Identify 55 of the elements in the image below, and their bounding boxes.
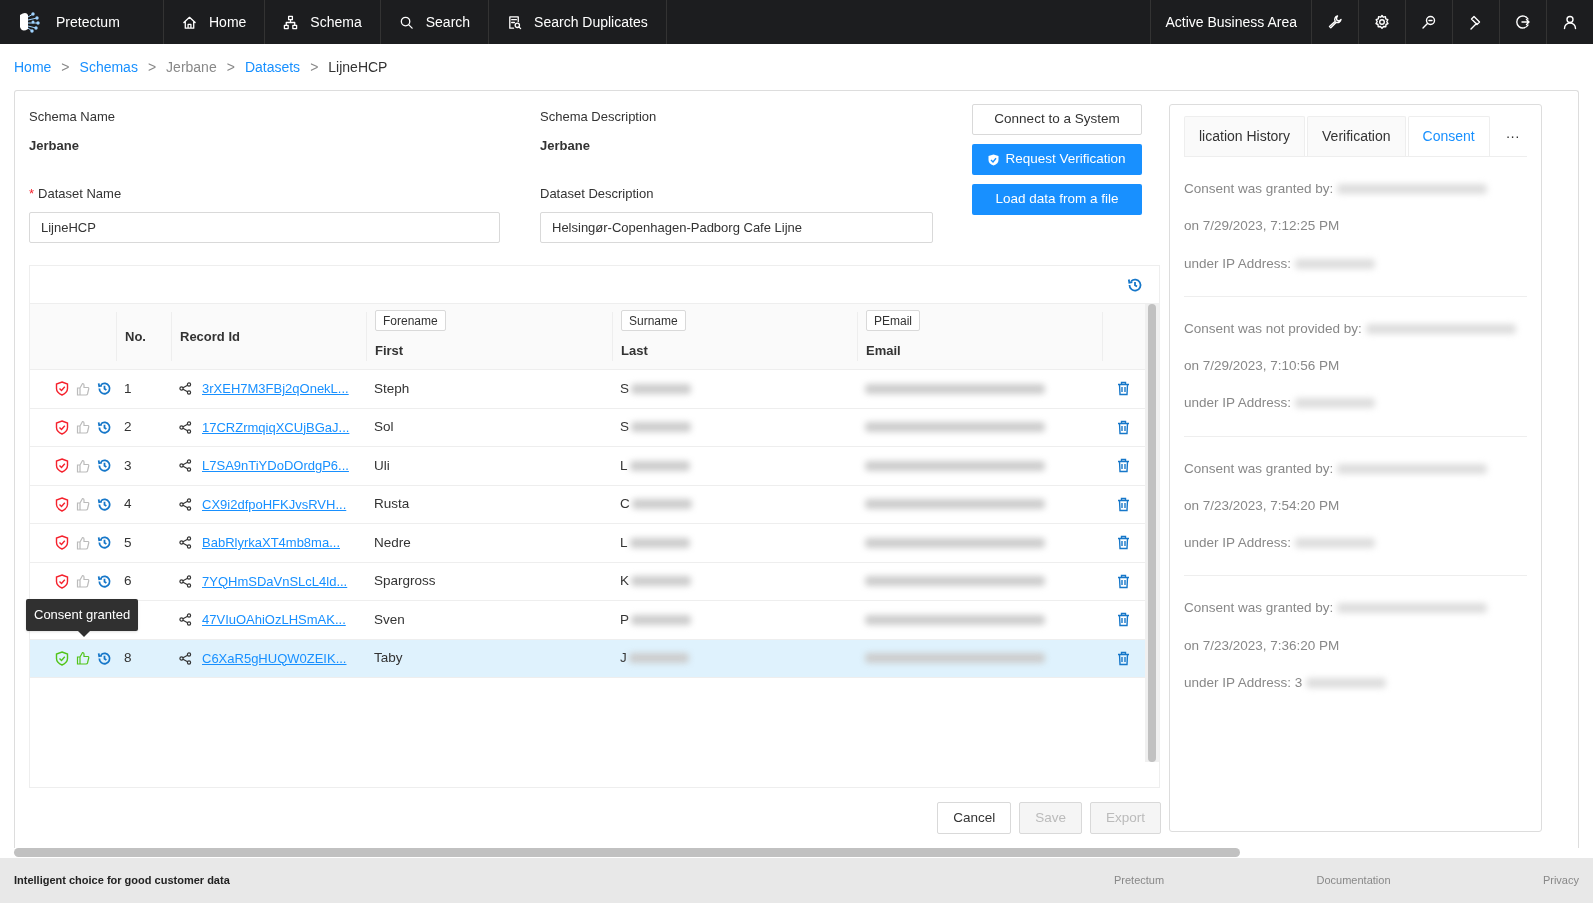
breadcrumb-item: Jerbane xyxy=(166,57,217,77)
table-cell-text: P xyxy=(620,610,629,629)
column-header: Email xyxy=(866,342,902,361)
column-header: Record Id xyxy=(180,327,241,346)
field-value: Jerbane xyxy=(540,137,591,155)
field-label: Dataset Name xyxy=(38,184,122,203)
ip-address-label: under IP Address: 3 xyxy=(1184,673,1303,692)
field-value: Jerbane xyxy=(29,137,80,155)
field-label: Schema Description xyxy=(540,108,658,125)
table-cell-text: L xyxy=(620,456,628,475)
consent-date: on 7/23/2023, 7:36:20 PM xyxy=(1184,636,1341,655)
tooltip: Consent granted xyxy=(26,599,139,631)
table-cell-text: L xyxy=(620,533,628,552)
table-cell: Sol xyxy=(374,419,394,435)
ip-address-label: under IP Address: xyxy=(1184,254,1292,273)
consent-statement: Consent was granted by: xyxy=(1184,459,1334,478)
table-cell: Steph xyxy=(374,380,410,396)
table-cell: Taby xyxy=(374,650,403,666)
table-cell-text: K xyxy=(620,572,629,591)
table-cell: Nedre xyxy=(374,534,411,550)
breadcrumb-current: LijneHCP xyxy=(328,57,388,77)
required-mark: * xyxy=(29,184,35,203)
field-label: Schema Name xyxy=(29,108,116,125)
row-number: 5 xyxy=(124,534,132,550)
consent-date: on 7/29/2023, 7:10:56 PM xyxy=(1184,357,1341,375)
row-number: 8 xyxy=(124,650,132,666)
field-label: Dataset Description xyxy=(540,184,655,203)
ip-address-label: under IP Address: xyxy=(1184,534,1292,552)
row-number: 6 xyxy=(124,573,132,589)
column-header: First xyxy=(375,342,405,361)
consent-statement: Consent was not provided by: xyxy=(1184,319,1362,338)
breadcrumb-separator: > xyxy=(226,57,235,77)
column-header: No. xyxy=(125,327,147,346)
table-cell: Rusta xyxy=(374,496,410,512)
table-cell-text: C xyxy=(620,495,630,514)
consent-statement: Consent was granted by: xyxy=(1184,180,1334,198)
table-cell-text: S xyxy=(620,379,629,398)
consent-date: on 7/23/2023, 7:54:20 PM xyxy=(1184,496,1341,515)
table-cell-text: S xyxy=(620,418,629,437)
table-cell-text: J xyxy=(620,649,627,668)
row-number: 1 xyxy=(124,380,132,396)
table-cell: Spargross xyxy=(374,573,436,589)
footer-tagline: Intelligent choice for good customer data xyxy=(14,873,231,889)
row-number: 3 xyxy=(124,457,132,473)
consent-statement: Consent was granted by: xyxy=(1184,599,1334,618)
table-cell: Sven xyxy=(374,611,405,627)
breadcrumb-separator: > xyxy=(61,57,70,77)
row-number: 2 xyxy=(124,419,132,435)
column-header: Last xyxy=(621,342,649,361)
ip-address-label: under IP Address: xyxy=(1184,394,1292,413)
row-number: 4 xyxy=(124,496,132,512)
breadcrumb-separator: > xyxy=(310,57,319,77)
table-cell: Uli xyxy=(374,457,390,473)
breadcrumb-separator: > xyxy=(147,57,157,77)
consent-date: on 7/29/2023, 7:12:25 PM xyxy=(1184,217,1341,236)
